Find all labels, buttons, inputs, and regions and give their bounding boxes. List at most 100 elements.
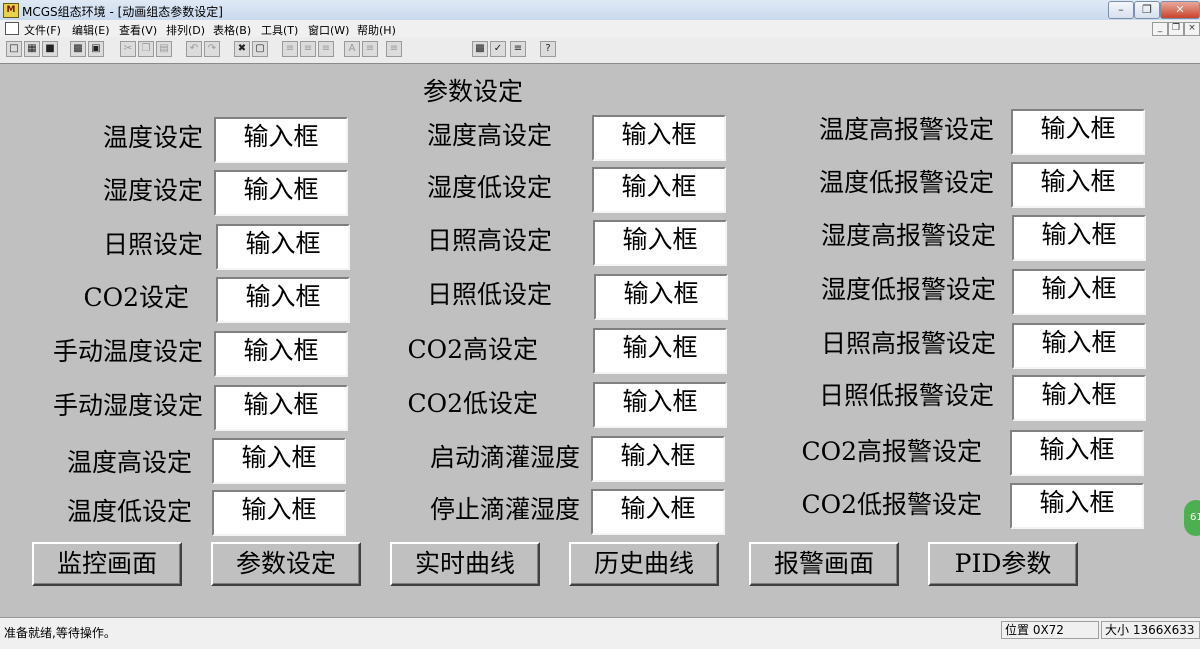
- menu-view[interactable]: 查看(V): [119, 22, 157, 38]
- input-manual-humidity-setting[interactable]: 输入框: [214, 385, 348, 431]
- label-temp-low-setting: 温度低设定: [66, 497, 192, 526]
- nav-parameter-button[interactable]: 参数设定: [211, 542, 361, 586]
- paste-icon[interactable]: ▤: [156, 41, 172, 57]
- label-drip-start-humidity: 启动滴灌湿度: [429, 443, 580, 472]
- input-temp-low-alarm[interactable]: 输入框: [1011, 162, 1145, 208]
- input-humidity-setting[interactable]: 输入框: [214, 170, 348, 216]
- label-temp-high-setting: 温度高设定: [66, 448, 192, 477]
- nav-realtime-curve-button[interactable]: 实时曲线: [390, 542, 540, 586]
- tools-icon[interactable]: ✖: [234, 41, 250, 57]
- label-light-low-setting: 日照低设定: [426, 280, 552, 309]
- help-icon[interactable]: ?: [540, 41, 556, 57]
- input-temp-low-setting[interactable]: 输入框: [212, 490, 346, 536]
- input-light-low-setting[interactable]: 输入框: [594, 274, 728, 320]
- menu-bar: 文件(F) 编辑(E) 查看(V) 排列(D) 表格(B) 工具(T) 窗口(W…: [0, 20, 1200, 37]
- menu-help[interactable]: 帮助(H): [357, 22, 396, 38]
- toolbar: □ ▦ ■ ▩ ▣ ✂ ❐ ▤ ↶ ↷ ✖ ▢ ≡ ≡ ≡ A ≡ ≡ ▩ ✓ …: [0, 37, 1200, 64]
- input-light-setting[interactable]: 输入框: [216, 224, 350, 270]
- print-icon[interactable]: ▩: [70, 41, 86, 57]
- align-left-icon[interactable]: ≡: [282, 41, 298, 57]
- label-humidity-low-setting: 湿度低设定: [426, 173, 552, 202]
- label-humidity-low-alarm: 湿度低报警设定: [820, 275, 996, 304]
- label-humidity-high-setting: 湿度高设定: [426, 121, 552, 150]
- properties-icon[interactable]: ▩: [472, 41, 488, 57]
- minimize-button[interactable]: –: [1108, 1, 1134, 19]
- open-icon[interactable]: ▦: [24, 41, 40, 57]
- font-icon[interactable]: A: [344, 41, 360, 57]
- undo-icon[interactable]: ↶: [186, 41, 202, 57]
- print-preview-icon[interactable]: ▣: [88, 41, 104, 57]
- redo-icon[interactable]: ↷: [204, 41, 220, 57]
- copy-icon[interactable]: ❐: [138, 41, 154, 57]
- input-humidity-low-alarm[interactable]: 输入框: [1012, 269, 1146, 315]
- input-temp-high-setting[interactable]: 输入框: [212, 438, 346, 484]
- status-bar: 准备就绪,等待操作。 位置 0X72 大小 1366X633: [0, 617, 1200, 649]
- nav-alarm-button[interactable]: 报警画面: [749, 542, 899, 586]
- status-size: 大小 1366X633: [1101, 621, 1200, 639]
- label-temp-high-alarm: 温度高报警设定: [818, 115, 994, 144]
- design-canvas: 参数设定 温度设定 输入框 湿度设定 输入框 日照设定 输入框 CO2设定 输入…: [0, 64, 1200, 617]
- cut-icon[interactable]: ✂: [120, 41, 136, 57]
- input-co2-low-setting[interactable]: 输入框: [593, 382, 727, 428]
- nav-history-curve-button[interactable]: 历史曲线: [569, 542, 719, 586]
- input-temp-high-alarm[interactable]: 输入框: [1011, 109, 1145, 155]
- label-light-high-alarm: 日照高报警设定: [820, 329, 996, 358]
- input-co2-low-alarm[interactable]: 输入框: [1010, 483, 1144, 529]
- mdi-minimize-button[interactable]: _: [1152, 22, 1168, 36]
- align-right-icon[interactable]: ≡: [318, 41, 334, 57]
- label-humidity-setting: 湿度设定: [102, 176, 203, 205]
- label-light-setting: 日照设定: [102, 230, 203, 259]
- nav-monitor-button[interactable]: 监控画面: [32, 542, 182, 586]
- label-co2-high-setting: CO2高设定: [407, 335, 538, 364]
- label-co2-setting: CO2设定: [83, 283, 189, 312]
- line-spacing-icon[interactable]: ≡: [362, 41, 378, 57]
- label-humidity-high-alarm: 湿度高报警设定: [820, 221, 996, 250]
- indent-icon[interactable]: ≡: [386, 41, 402, 57]
- menu-file[interactable]: 文件(F): [24, 22, 61, 38]
- floating-badge[interactable]: 61: [1184, 500, 1200, 536]
- label-co2-low-setting: CO2低设定: [407, 389, 538, 418]
- input-drip-stop-humidity[interactable]: 输入框: [591, 489, 725, 535]
- menu-table[interactable]: 表格(B): [213, 22, 251, 38]
- nav-pid-button[interactable]: PID参数: [928, 542, 1078, 586]
- mdi-restore-button[interactable]: ❐: [1168, 22, 1184, 36]
- list-icon[interactable]: ≡: [510, 41, 526, 57]
- label-drip-stop-humidity: 停止滴灌湿度: [429, 495, 580, 524]
- input-co2-high-setting[interactable]: 输入框: [593, 328, 727, 374]
- input-light-high-alarm[interactable]: 输入框: [1012, 323, 1146, 369]
- restore-button[interactable]: ❐: [1134, 1, 1160, 19]
- save-icon[interactable]: ■: [42, 41, 58, 57]
- align-center-icon[interactable]: ≡: [300, 41, 316, 57]
- input-humidity-high-alarm[interactable]: 输入框: [1012, 215, 1146, 261]
- check-icon[interactable]: ✓: [490, 41, 506, 57]
- mdi-close-button[interactable]: ×: [1184, 22, 1200, 36]
- menu-edit[interactable]: 编辑(E): [72, 22, 110, 38]
- mcgs-logo-icon: M: [3, 3, 19, 18]
- input-co2-setting[interactable]: 输入框: [216, 277, 350, 323]
- input-temp-setting[interactable]: 输入框: [214, 117, 348, 163]
- input-light-high-setting[interactable]: 输入框: [593, 220, 727, 266]
- document-icon: [5, 22, 19, 35]
- label-light-high-setting: 日照高设定: [426, 226, 552, 255]
- input-humidity-high-setting[interactable]: 输入框: [592, 115, 726, 161]
- label-temp-low-alarm: 温度低报警设定: [818, 168, 994, 197]
- label-temp-setting: 温度设定: [102, 123, 203, 152]
- new-icon[interactable]: □: [6, 41, 22, 57]
- menu-arrange[interactable]: 排列(D): [166, 22, 205, 38]
- input-manual-temp-setting[interactable]: 输入框: [214, 331, 348, 377]
- close-button[interactable]: ✕: [1160, 1, 1200, 19]
- input-light-low-alarm[interactable]: 输入框: [1012, 375, 1146, 421]
- input-drip-start-humidity[interactable]: 输入框: [591, 436, 725, 482]
- frame-icon[interactable]: ▢: [252, 41, 268, 57]
- menu-window[interactable]: 窗口(W): [308, 22, 349, 38]
- page-title: 参数设定: [422, 77, 523, 106]
- label-light-low-alarm: 日照低报警设定: [818, 381, 994, 410]
- input-humidity-low-setting[interactable]: 输入框: [592, 167, 726, 213]
- input-co2-high-alarm[interactable]: 输入框: [1010, 430, 1144, 476]
- menu-tools[interactable]: 工具(T): [261, 22, 298, 38]
- status-position: 位置 0X72: [1001, 621, 1099, 639]
- label-co2-high-alarm: CO2高报警设定: [801, 437, 982, 466]
- label-manual-humidity-setting: 手动湿度设定: [52, 391, 203, 420]
- label-co2-low-alarm: CO2低报警设定: [801, 490, 982, 519]
- status-message: 准备就绪,等待操作。: [4, 626, 116, 640]
